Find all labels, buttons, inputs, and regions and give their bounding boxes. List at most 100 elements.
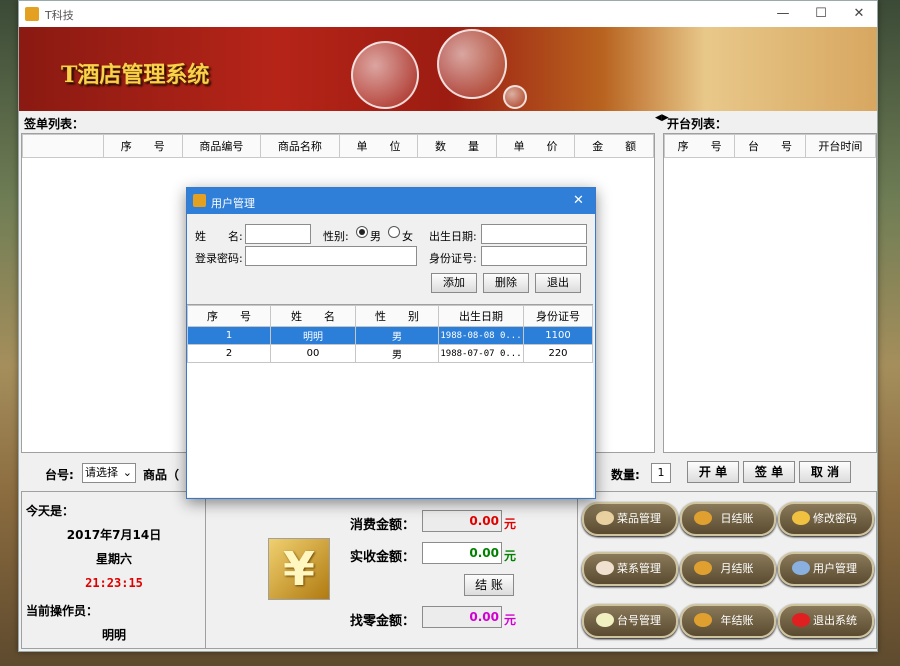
cell: 220 (523, 344, 593, 363)
table-list-table[interactable]: 序 号 台 号 开台时间 (663, 133, 877, 453)
category-management-button[interactable]: 菜系管理 (582, 552, 678, 586)
close-icon[interactable]: ✕ (849, 6, 869, 22)
received-label: 实收金额： (350, 550, 416, 565)
header-banner: T酒店管理系统 (19, 27, 877, 111)
table-select[interactable]: 请选择 ⌄ (82, 463, 136, 483)
cell: 2 (187, 344, 271, 363)
col-header: 商品名称 (260, 134, 340, 158)
operator-label: 当前操作员： (26, 604, 99, 618)
button-label: 用户管理 (813, 562, 857, 575)
cell: 1100 (523, 326, 593, 345)
button-label: 台号管理 (617, 614, 661, 627)
exit-system-button[interactable]: 退出系统 (778, 604, 874, 638)
name-label: 姓 名: (195, 230, 243, 243)
male-radio[interactable] (356, 226, 368, 238)
coin-icon (694, 511, 712, 525)
open-order-button[interactable]: 开 单 (687, 461, 739, 483)
cancel-order-button[interactable]: 取 消 (799, 461, 851, 483)
birth-date-input[interactable] (481, 224, 587, 244)
id-number-input[interactable] (481, 246, 587, 266)
consume-amount: 0.00 (422, 510, 502, 532)
table-management-button[interactable]: 台号管理 (582, 604, 678, 638)
received-amount-input[interactable]: 0.00 (422, 542, 502, 564)
settle-button[interactable]: 结 账 (464, 574, 514, 596)
table-list-header: 序 号 台 号 开台时间 (663, 134, 877, 158)
delete-user-button[interactable]: 删除 (483, 273, 529, 293)
col-header: 序 号 (103, 134, 183, 158)
consume-label: 消费金额： (350, 518, 416, 533)
cell: 1 (187, 326, 271, 345)
order-list-title: 签单列表： (24, 117, 85, 131)
female-label: 女 (402, 230, 413, 243)
table-row[interactable]: 1 明明 男 1988-08-08 0... 1100 (187, 326, 593, 345)
col-header: 单 位 (338, 134, 419, 158)
gender-label: 性别: (323, 230, 349, 243)
coin-icon (694, 613, 712, 627)
menu-panel: 菜品管理 日结账 修改密码 菜系管理 月结账 用户管理 台号管理 年结账 退出系… (577, 491, 877, 649)
table-label: 台号: (45, 468, 74, 482)
table-row[interactable]: 2 00 男 1988-07-07 0... 220 (187, 344, 593, 363)
col-header: 身份证号 (523, 305, 593, 327)
date-text: 2017年7月14日 (66, 528, 162, 542)
exit-icon (792, 613, 810, 627)
cell: 00 (270, 344, 356, 363)
daily-settle-button[interactable]: 日结账 (680, 502, 776, 536)
clock-text: 21:23:15 (85, 576, 143, 590)
operator-name: 明明 (101, 628, 126, 642)
cell: 1988-08-08 0... (438, 326, 524, 345)
cell: 1988-07-07 0... (438, 344, 524, 363)
button-label: 菜品管理 (617, 512, 661, 525)
wine-bubble-icon (437, 29, 507, 99)
dining-bubble-icon (351, 41, 419, 109)
user-table[interactable]: 序 号 姓 名 性 别 出生日期 身份证号 1 明明 男 1988-08-08 … (187, 304, 593, 497)
add-user-button[interactable]: 添加 (431, 273, 477, 293)
weekday-text: 星期六 (95, 552, 132, 566)
users-icon (792, 561, 810, 575)
window-title: T科技 (45, 9, 74, 22)
dialog-close-icon[interactable]: ✕ (573, 193, 584, 208)
female-radio[interactable] (388, 226, 400, 238)
maximize-icon[interactable]: ☐ (811, 6, 831, 22)
order-list-header: 序 号 商品编号 商品名称 单 位 数 量 单 价 金 额 (22, 134, 654, 158)
col-header: 序 号 (187, 305, 271, 327)
yearly-settle-button[interactable]: 年结账 (680, 604, 776, 638)
table-select-value: 请选择 (85, 466, 118, 479)
goods-label: 商品（ (143, 468, 180, 482)
dish-management-button[interactable]: 菜品管理 (582, 502, 678, 536)
quantity-input[interactable]: 1 (651, 463, 671, 483)
info-panel: 今天是： 2017年7月14日 星期六 21:23:15 当前操作员： 明明 (21, 491, 207, 649)
password-label: 登录密码: (195, 252, 243, 265)
monthly-settle-button[interactable]: 月结账 (680, 552, 776, 586)
user-management-button[interactable]: 用户管理 (778, 552, 874, 586)
name-input[interactable] (245, 224, 311, 244)
radio-dot-icon (359, 229, 365, 235)
small-bubble-icon (503, 85, 527, 109)
dialog-title: 用户管理 (211, 197, 255, 210)
coin-icon (694, 561, 712, 575)
key-icon (792, 511, 810, 525)
user-management-dialog: 用户管理 ✕ 姓 名: 性别: 男 女 出生日期: 登录密码: 身份证号: 添加… (186, 187, 596, 499)
button-label: 菜系管理 (617, 562, 661, 575)
minimize-icon[interactable]: — (773, 6, 793, 22)
change-amount: 0.00 (422, 606, 502, 628)
change-unit: 元 (504, 613, 517, 627)
id-number-label: 身份证号: (429, 252, 477, 265)
change-password-button[interactable]: 修改密码 (778, 502, 874, 536)
button-label: 退出系统 (813, 614, 857, 627)
exit-dialog-button[interactable]: 退出 (535, 273, 581, 293)
password-input[interactable] (245, 246, 417, 266)
col-header: 金 额 (574, 134, 654, 158)
col-header (22, 134, 104, 158)
birth-label: 出生日期: (429, 230, 477, 243)
col-header: 数 量 (417, 134, 497, 158)
col-header: 台 号 (734, 134, 806, 158)
sign-order-button[interactable]: 签 单 (743, 461, 795, 483)
col-header: 性 别 (355, 305, 439, 327)
chevron-down-icon: ⌄ (122, 466, 132, 479)
category-icon (596, 561, 614, 575)
java-icon (193, 194, 206, 207)
user-table-grid: 序 号 姓 名 性 别 出生日期 身份证号 1 明明 男 1988-08-08 … (187, 305, 593, 363)
money-panel: ¥ 消费金额： 0.00 元 实收金额： 0.00 元 结 账 找零金额： 0.… (205, 491, 579, 649)
yuan-coin-icon: ¥ (268, 538, 330, 600)
received-unit: 元 (504, 549, 517, 563)
